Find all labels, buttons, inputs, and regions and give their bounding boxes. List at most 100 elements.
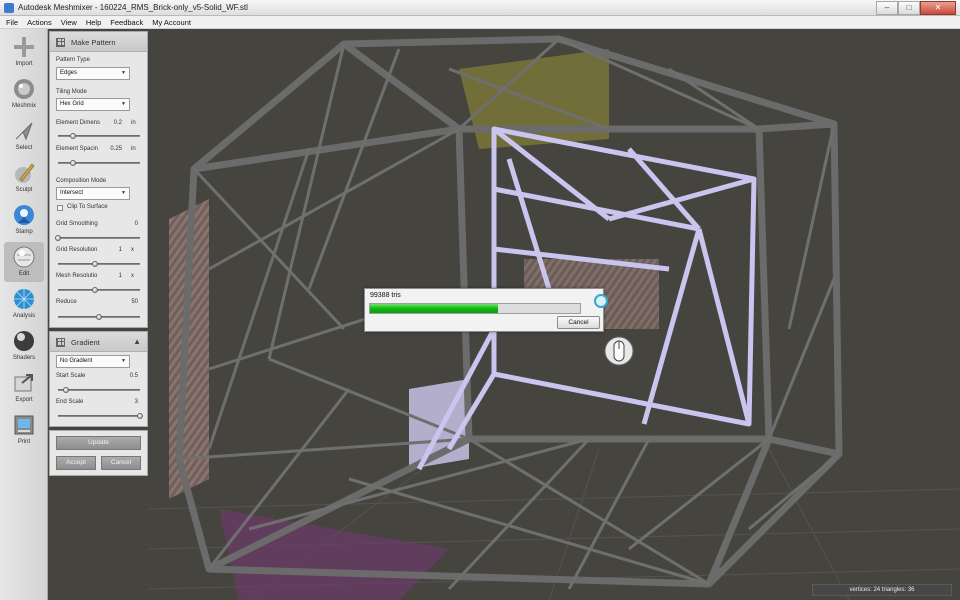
tool-stamp-label: Stamp (15, 229, 33, 235)
clip-to-surface-label: Clip To Surface (67, 204, 108, 210)
element-dimens-value: 0.2 (113, 120, 122, 126)
tool-stamp[interactable]: Stamp (4, 200, 44, 240)
gradient-mode-value: No Gradient (60, 358, 93, 364)
grid-smoothing-label: Grid Smoothing (56, 221, 98, 227)
grid-smoothing-slider[interactable] (55, 235, 140, 241)
element-dimens-slider[interactable] (58, 133, 140, 139)
tool-import[interactable]: Import (4, 32, 44, 72)
menu-actions[interactable]: Actions (27, 18, 52, 27)
gradient-header[interactable]: Gradient ▲ (50, 332, 147, 352)
end-scale-label: End Scale (56, 399, 84, 405)
tool-select[interactable]: Select (4, 116, 44, 156)
tool-strip: Import Meshmix Select Sculpt Stamp Edit … (0, 29, 48, 600)
progress-dialog: 99388 tris Cancel (364, 288, 608, 332)
mesh-resolution-slider[interactable] (58, 287, 140, 293)
grid-resolution-slider[interactable] (58, 261, 140, 267)
make-pattern-header[interactable]: Make Pattern (50, 32, 147, 52)
chevron-down-icon: ▼ (121, 70, 126, 76)
slider-thumb[interactable] (55, 235, 61, 241)
slider-thumb[interactable] (63, 387, 70, 393)
close-icon[interactable]: ✕ (920, 1, 956, 15)
menu-help[interactable]: Help (86, 18, 101, 27)
print-icon (14, 415, 34, 435)
slider-thumb[interactable] (69, 133, 76, 139)
reduce-slider[interactable] (58, 314, 140, 320)
element-dimens-label: Element Dimens (56, 120, 101, 126)
pattern-type-dropdown[interactable]: Edges ▼ (56, 67, 130, 80)
tool-analysis[interactable]: Analysis (4, 284, 44, 324)
tool-edit[interactable]: Edit (4, 242, 44, 282)
tiling-mode-dropdown[interactable]: Hex Grid ▼ (56, 98, 130, 111)
start-scale-slider[interactable] (58, 387, 140, 393)
grid-resolution-label: Grid Resolution (56, 247, 98, 253)
clip-to-surface-checkbox[interactable] (57, 205, 63, 211)
stamp-icon (14, 205, 34, 225)
element-spacing-label: Element Spacin (56, 146, 99, 152)
panel-grip-icon (56, 338, 65, 347)
element-spacing-value: 0.25 (110, 146, 122, 152)
collapse-up-icon[interactable]: ▲ (133, 337, 141, 346)
progress-bar-fill (370, 304, 499, 313)
menu-view[interactable]: View (61, 18, 77, 27)
plus-icon (14, 37, 34, 57)
gradient-panel: Gradient ▲ No Gradient ▼ Start Scale 0.5… (49, 331, 148, 427)
tool-import-label: Import (15, 61, 33, 67)
tool-analysis-label: Analysis (12, 313, 36, 319)
element-dimens-unit: in (131, 120, 136, 126)
tool-shaders[interactable]: Shaders (4, 326, 44, 366)
tool-shaders-label: Shaders (12, 355, 36, 361)
chevron-down-icon: ▼ (121, 358, 126, 364)
mesh-resolution-label: Mesh Resolutio (56, 273, 98, 279)
slider-thumb[interactable] (69, 160, 76, 166)
composition-mode-dropdown[interactable]: Intersect ▼ (56, 187, 130, 200)
meshmix-icon (14, 79, 34, 99)
tool-edit-label: Edit (18, 271, 30, 277)
grid-smoothing-value: 0 (134, 221, 138, 227)
progress-cancel-button[interactable]: Cancel (557, 316, 600, 329)
progress-label: 99388 tris (370, 292, 401, 299)
accept-button[interactable]: Accept (56, 456, 96, 470)
menu-file[interactable]: File (6, 18, 18, 27)
mouse-icon (604, 336, 634, 366)
minimize-icon[interactable]: – (876, 1, 898, 15)
meshmixer-app-icon (4, 3, 14, 13)
make-pattern-panel: Make Pattern Pattern Type Edges ▼ Tiling… (49, 31, 148, 328)
make-pattern-title: Make Pattern (71, 38, 116, 47)
analysis-globe-icon (14, 289, 34, 309)
progress-bar (369, 303, 581, 314)
tiling-mode-label: Tiling Mode (56, 89, 87, 95)
end-scale-value: 3 (134, 399, 138, 405)
slider-thumb[interactable] (91, 261, 98, 267)
mesh-resolution-value: 1 (118, 273, 122, 279)
maximize-icon[interactable]: □ (898, 1, 920, 15)
tool-meshmix[interactable]: Meshmix (4, 74, 44, 114)
menu-my-account[interactable]: My Account (152, 18, 191, 27)
menu-feedback[interactable]: Feedback (110, 18, 143, 27)
element-spacing-slider[interactable] (58, 160, 140, 166)
composition-mode-value: Intersect (60, 190, 84, 196)
gradient-mode-dropdown[interactable]: No Gradient ▼ (56, 355, 130, 368)
chevron-down-icon: ▼ (121, 190, 126, 196)
panel-grip-icon (56, 38, 65, 47)
pattern-type-value: Edges (60, 70, 78, 76)
busy-spinner-icon (594, 294, 608, 308)
edit-sphere-icon (13, 246, 35, 268)
cancel-button[interactable]: Cancel (101, 456, 141, 470)
tool-select-label: Select (15, 145, 33, 151)
slider-thumb[interactable] (96, 314, 102, 320)
end-scale-slider[interactable] (58, 413, 143, 419)
reduce-label: Reduce (56, 299, 77, 305)
sculpt-brush-icon (15, 163, 35, 183)
tool-print-label: Print (17, 439, 31, 445)
tool-export-label: Export (15, 397, 33, 403)
export-arrow-icon (14, 374, 33, 392)
tool-print[interactable]: Print (4, 410, 44, 450)
slider-thumb[interactable] (137, 413, 143, 419)
slider-thumb[interactable] (91, 287, 98, 293)
tool-export[interactable]: Export (4, 368, 44, 408)
reduce-value: 50 (131, 299, 138, 305)
update-button[interactable]: Update (56, 436, 141, 450)
title-bar: Autodesk Meshmixer - 160224_RMS_Brick-on… (0, 0, 960, 16)
tiling-mode-value: Hex Grid (60, 101, 84, 107)
tool-sculpt[interactable]: Sculpt (4, 158, 44, 198)
